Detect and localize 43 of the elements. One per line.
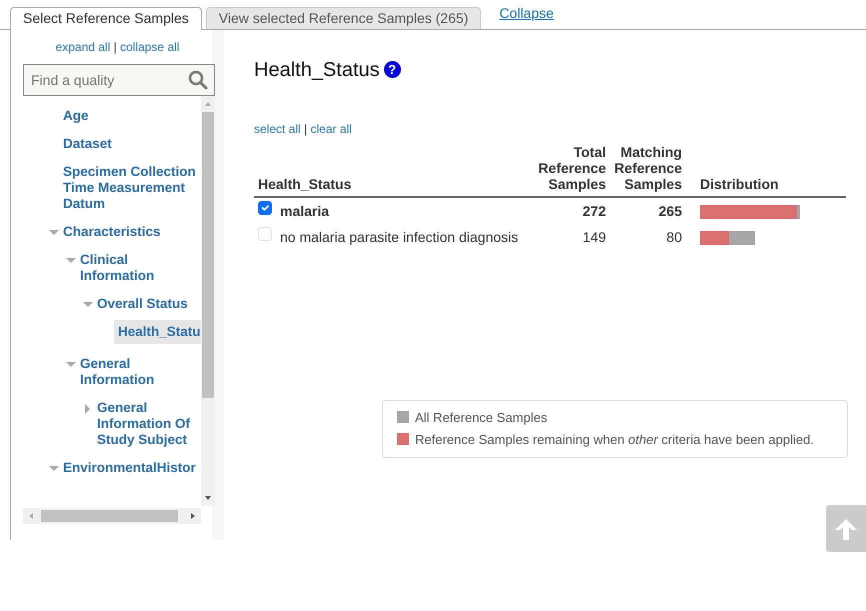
section-title: Health_Status bbox=[254, 59, 380, 81]
tree-item[interactable]: Specimen Collection Time Measurement Datum bbox=[63, 164, 201, 212]
column-header: Matching Reference Samples bbox=[610, 144, 686, 197]
expanded-caret-icon[interactable] bbox=[66, 360, 76, 370]
tree-item[interactable]: Dataset bbox=[63, 136, 112, 152]
table-cell: 272 bbox=[534, 197, 610, 224]
table-cell: 265 bbox=[610, 197, 686, 224]
separator: | bbox=[304, 122, 308, 136]
tab[interactable]: View selected Reference Samples (265) bbox=[206, 7, 482, 29]
table-cell-text: 80 bbox=[665, 228, 683, 247]
separator: | bbox=[114, 40, 117, 54]
search-icon bbox=[188, 70, 208, 90]
expanded-caret-icon[interactable] bbox=[66, 256, 76, 266]
expand-all-link[interactable]: expand all bbox=[56, 40, 110, 54]
tree-item[interactable]: General Information Of Study Subject bbox=[97, 400, 201, 448]
tree-item[interactable]: Clinical Information bbox=[80, 252, 201, 284]
help-icon[interactable]: ? bbox=[384, 61, 401, 78]
tree-item[interactable]: General Information bbox=[80, 356, 201, 388]
tree-item[interactable]: Characteristics bbox=[63, 224, 161, 240]
collapse-link[interactable]: Collapse bbox=[499, 3, 554, 24]
select-all-link[interactable]: select all bbox=[254, 122, 301, 136]
column-header: Health_Status bbox=[254, 144, 534, 197]
row-checkbox[interactable] bbox=[258, 201, 272, 215]
expanded-caret-icon[interactable] bbox=[49, 464, 59, 474]
scroll-to-top-button[interactable] bbox=[826, 505, 866, 552]
table-cell-text: no malaria parasite infection diagnosis bbox=[279, 228, 520, 247]
collapsed-caret-icon[interactable] bbox=[83, 404, 93, 414]
legend-text: Reference Samples remaining when other criteria have been applied. bbox=[415, 432, 814, 447]
clear-all-link[interactable]: clear all bbox=[310, 122, 352, 136]
tree-item[interactable]: Overall Status bbox=[97, 296, 188, 312]
tree-item[interactable]: EnvironmentalHistor bbox=[63, 460, 196, 476]
column-header: Distribution bbox=[686, 144, 846, 197]
table-cell: malaria bbox=[278, 197, 534, 224]
tab[interactable]: Select Reference Samples bbox=[10, 7, 202, 30]
expanded-caret-icon[interactable] bbox=[83, 300, 93, 310]
column-header: Total Reference Samples bbox=[534, 144, 610, 197]
collapse-all-link[interactable]: collapse all bbox=[120, 40, 180, 54]
tree-item[interactable]: Age bbox=[63, 108, 89, 124]
expanded-caret-icon[interactable] bbox=[49, 228, 59, 238]
table-cell-text: 149 bbox=[582, 228, 607, 247]
tree-item[interactable]: Health_Statu bbox=[114, 320, 201, 344]
legend-text: All Reference Samples bbox=[415, 410, 548, 425]
search-field[interactable]: Find a quality bbox=[23, 64, 215, 96]
